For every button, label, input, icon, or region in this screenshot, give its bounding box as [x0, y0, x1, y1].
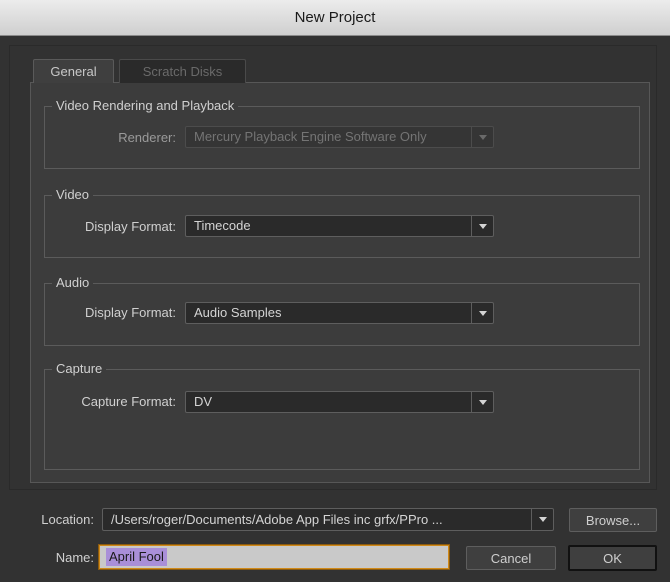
cancel-button[interactable]: Cancel	[466, 546, 556, 570]
group-audio-legend: Audio	[52, 275, 94, 291]
name-label: Name:	[55, 550, 94, 565]
ok-button[interactable]: OK	[568, 545, 657, 571]
group-video-rendering-legend: Video Rendering and Playback	[52, 98, 239, 114]
renderer-label: Renderer:	[118, 130, 176, 145]
chevron-down-icon	[471, 127, 493, 147]
location-dropdown[interactable]: /Users/roger/Documents/Adobe App Files i…	[102, 508, 554, 531]
name-input[interactable]: April Fool	[99, 545, 449, 569]
group-capture-legend: Capture	[52, 361, 107, 377]
audio-display-format-label: Display Format:	[84, 305, 176, 320]
capture-format-dropdown[interactable]: DV	[185, 391, 494, 413]
renderer-value: Mercury Playback Engine Software Only	[194, 129, 427, 144]
title-bar: New Project	[0, 0, 670, 36]
audio-display-format-value: Audio Samples	[194, 305, 282, 320]
location-label: Location:	[41, 512, 94, 527]
group-video-legend: Video	[52, 187, 94, 203]
capture-format-value: DV	[194, 394, 213, 409]
chevron-down-icon	[471, 303, 493, 323]
renderer-dropdown[interactable]: Mercury Playback Engine Software Only	[185, 126, 494, 148]
chevron-down-icon	[531, 509, 553, 530]
audio-display-format-dropdown[interactable]: Audio Samples	[185, 302, 494, 324]
name-input-value: April Fool	[106, 548, 167, 566]
tab-scratch-disks-label: Scratch Disks	[142, 64, 223, 79]
chevron-down-icon	[471, 392, 493, 412]
chevron-down-icon	[471, 216, 493, 236]
group-capture	[44, 369, 640, 470]
location-value: /Users/roger/Documents/Adobe App Files i…	[111, 512, 443, 527]
window-title: New Project	[294, 9, 376, 26]
video-display-format-dropdown[interactable]: Timecode	[185, 215, 494, 237]
video-display-format-value: Timecode	[194, 218, 251, 233]
capture-format-label: Capture Format:	[81, 394, 176, 409]
video-display-format-label: Display Format:	[84, 219, 176, 234]
browse-button[interactable]: Browse...	[569, 508, 657, 532]
tab-general[interactable]: General	[33, 59, 114, 83]
tab-general-label: General	[50, 64, 97, 79]
tab-scratch-disks[interactable]: Scratch Disks	[119, 59, 246, 83]
